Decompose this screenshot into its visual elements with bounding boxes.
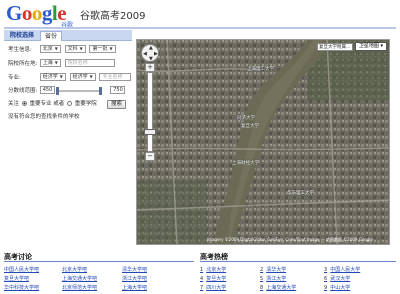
rank-number: 4	[200, 276, 204, 282]
discussion-link[interactable]: 上海大学吧	[122, 284, 147, 291]
panel-tabs: 院校选择 省份	[4, 30, 132, 41]
batch-select[interactable]: 第一批 ▼	[89, 45, 116, 53]
score-range-label: 分数线范围:	[8, 87, 38, 94]
important-major-radio[interactable]	[21, 101, 27, 106]
score-max-input[interactable]: 750	[110, 86, 126, 94]
discussion-link[interactable]: 北京大学吧	[62, 266, 87, 273]
pan-left-icon[interactable]: ◀	[143, 51, 147, 57]
pan-down-icon[interactable]: ▼	[149, 56, 153, 62]
school-location-row: 院校所在地: 上海 ▼ 院校名称	[8, 59, 115, 69]
major-label: 专业:	[8, 74, 21, 81]
map-place-label[interactable]: 上海财经大学	[232, 160, 259, 166]
hot-link[interactable]: 复旦大学	[206, 276, 226, 282]
search-panel: 院校选择 省份 考生信息: 北京 ▼ 文科 ▼ 第一批 ▼ 院校所在地: 上海 ▼ 院校…	[4, 30, 132, 244]
or-label: 或者	[53, 101, 65, 107]
map-type-button[interactable]: 卫星地图 ▾	[354, 42, 387, 51]
map-place-label[interactable]: 上海理工大学	[247, 66, 274, 72]
major-row: 专业: 经济学 ▼ 经济学 ▼ 专业名称	[8, 73, 132, 83]
chevron-down-icon: ▼	[54, 46, 58, 51]
important-school-radio[interactable]	[67, 101, 73, 106]
satellite-map[interactable]: ▲ ◀ ▶ ▼ + − 卫星地图 ▾ 复旦大学附属… 上海理工大学 同济大学 复…	[136, 39, 390, 245]
discussion-link[interactable]: 华中科技大学吧	[4, 284, 39, 291]
zoom-out-button[interactable]: −	[145, 152, 155, 161]
rank-number: 6	[324, 276, 328, 282]
student-info-row: 考生信息: 北京 ▼ 文科 ▼ 第一批 ▼	[8, 45, 118, 55]
major-category-select[interactable]: 经济学 ▼	[39, 73, 66, 81]
header: Google 谷歌 谷歌高考2009	[0, 0, 400, 30]
discussion-link[interactable]: 复旦大学吧	[4, 275, 29, 282]
map-place-label[interactable]: 同济大学	[237, 115, 255, 121]
rank-number: 3	[324, 267, 328, 273]
major-subcategory-select[interactable]: 经济学 ▼	[69, 73, 96, 81]
zoom-in-button[interactable]: +	[145, 63, 155, 72]
discussion-link[interactable]: 清华大学吧	[122, 266, 147, 273]
discussion-link[interactable]: 北京师范大学吧	[62, 284, 97, 291]
subject-select[interactable]: 文科 ▼	[64, 45, 86, 53]
hot-list-divider	[200, 261, 396, 262]
pan-right-icon[interactable]: ▶	[154, 51, 158, 57]
rank-number: 9	[324, 285, 328, 291]
map-place-label[interactable]: 复旦大学	[241, 123, 259, 129]
header-divider	[4, 27, 396, 29]
hot-link[interactable]: 清华大学	[266, 267, 286, 273]
school-location-label: 院校所在地:	[8, 60, 38, 67]
important-school-label: 重要学院	[74, 101, 97, 107]
rank-number: 1	[200, 267, 204, 273]
page-title: 谷歌高考2009	[80, 11, 146, 22]
focus-options-row: 关注 重要专业 或者 重要学院	[8, 100, 97, 109]
location-select[interactable]: 上海 ▼	[39, 59, 61, 67]
google-logo[interactable]: Google	[6, 2, 67, 24]
chevron-down-icon: ▾	[380, 43, 383, 49]
rank-number: 8	[260, 285, 264, 291]
score-min-input[interactable]: 450	[39, 86, 55, 94]
map-navigation-control: ▲ ◀ ▶ ▼ + −	[141, 44, 159, 174]
discussion-link[interactable]: 上海交通大学吧	[62, 275, 97, 282]
hot-link[interactable]: 上海交通大学	[266, 285, 296, 291]
pan-control[interactable]: ▲ ◀ ▶ ▼	[141, 44, 159, 62]
zoom-slider[interactable]	[147, 72, 153, 152]
score-max-handle[interactable]	[99, 87, 102, 95]
hot-link[interactable]: 四川大学	[206, 285, 226, 291]
rank-number: 2	[260, 267, 264, 273]
zoom-slider-handle[interactable]	[144, 129, 156, 135]
no-results-message: 没有符合您的查找条件的学校	[8, 114, 80, 120]
chevron-down-icon: ▼	[79, 46, 83, 51]
chevron-down-icon: ▼	[54, 60, 58, 65]
major-name-input[interactable]: 专业名称	[99, 73, 132, 81]
hot-link[interactable]: 中国人民大学	[330, 267, 360, 273]
tab-school-select[interactable]: 院校选择	[6, 31, 38, 41]
rank-number: 7	[200, 285, 204, 291]
tab-province[interactable]: 省份	[40, 31, 63, 41]
score-range-slider[interactable]	[56, 87, 102, 95]
chevron-down-icon: ▼	[89, 74, 93, 79]
map-place-label[interactable]: 华东理工大学	[287, 190, 314, 196]
student-info-label: 考生信息:	[8, 46, 32, 53]
map-copyright: Imagery ©2009 DigitalGlobe, GeoEye, Cnes…	[207, 237, 373, 242]
discussion-divider	[4, 261, 194, 262]
province-select[interactable]: 北京 ▼	[39, 45, 61, 53]
hot-link[interactable]: 北京大学	[206, 267, 226, 273]
focus-label: 关注	[8, 101, 20, 107]
pan-up-icon[interactable]: ▲	[149, 45, 153, 51]
chevron-down-icon: ▼	[109, 46, 113, 51]
important-major-label: 重要专业	[29, 101, 52, 107]
discussion-link[interactable]: 浙江大学吧	[122, 275, 147, 282]
score-min-handle[interactable]	[56, 87, 59, 95]
school-name-input[interactable]: 院校名称	[64, 59, 115, 67]
chevron-down-icon: ▼	[59, 74, 63, 79]
discussion-link[interactable]: 中国人民大学吧	[4, 266, 39, 273]
rank-number: 5	[260, 276, 264, 282]
map-place-label[interactable]: 复旦大学附属…	[317, 43, 353, 51]
hot-link[interactable]: 浙江大学	[266, 276, 286, 282]
hot-link[interactable]: 中山大学	[330, 285, 350, 291]
search-button[interactable]: 搜索	[107, 100, 127, 109]
hot-link[interactable]: 武汉大学	[330, 276, 350, 282]
